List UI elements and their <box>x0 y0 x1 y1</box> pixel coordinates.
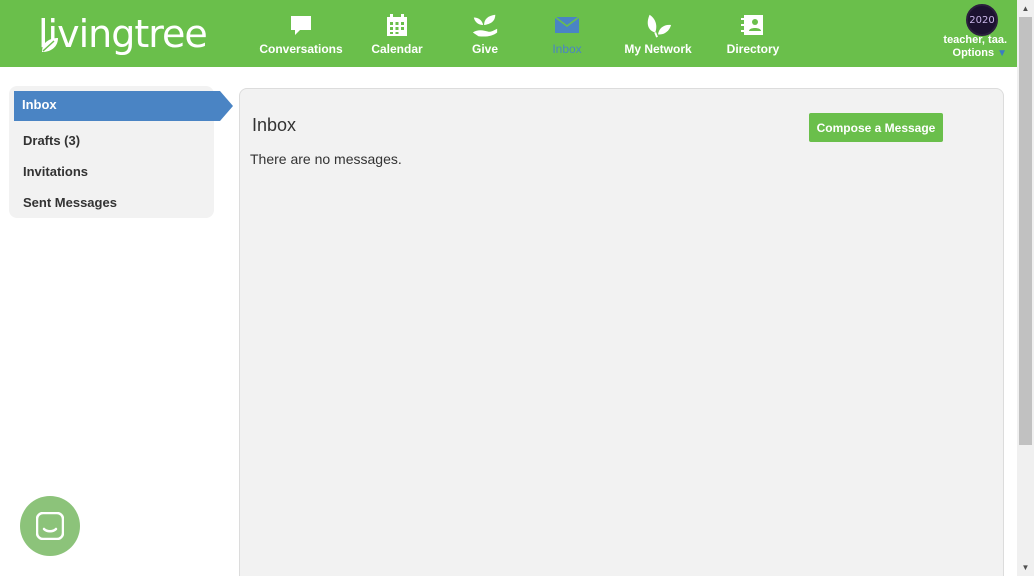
chat-bubble-icon <box>287 11 315 39</box>
chat-launcher-button[interactable] <box>20 496 80 556</box>
chat-smile-icon <box>36 512 64 540</box>
contact-book-icon <box>739 11 767 39</box>
nav-label: Give <box>471 42 498 56</box>
avatar[interactable]: 2020 <box>966 4 998 36</box>
nav-label: Calendar <box>371 42 423 56</box>
leaves-icon <box>644 11 672 39</box>
hand-plant-icon <box>471 11 499 39</box>
nav-inbox[interactable]: Inbox <box>552 0 582 67</box>
inbox-panel: Inbox Compose a Message There are no mes… <box>239 88 1004 576</box>
user-menu[interactable]: 2020 teacher, taa. Options ▼ <box>917 3 1007 65</box>
sidebar-item-label: Inbox <box>22 97 57 112</box>
scroll-down-arrow[interactable]: ▼ <box>1017 559 1034 576</box>
sidebar-item-inbox[interactable]: Inbox <box>14 91 233 121</box>
livingtree-logo[interactable]: livingtree <box>38 10 208 56</box>
page-title: Inbox <box>252 115 297 135</box>
empty-state-text: There are no messages. <box>250 151 402 167</box>
nav-label: Directory <box>726 42 780 56</box>
options-label: Options <box>952 47 995 59</box>
inbox-sidebar: Inbox Drafts (3) Invitations Sent Messag… <box>9 86 233 218</box>
nav-label: My Network <box>624 42 692 56</box>
scroll-up-arrow[interactable]: ▲ <box>1017 0 1034 17</box>
vertical-scrollbar[interactable]: ▲ ▼ <box>1017 0 1034 576</box>
sidebar-item-label: Drafts (3) <box>23 133 81 148</box>
nav-label: Conversations <box>259 42 343 56</box>
options-dropdown[interactable]: Options ▼ <box>953 47 1007 59</box>
caret-down-icon: ▼ <box>997 47 1007 59</box>
logo-leaf-icon <box>42 38 58 52</box>
nav-conversations[interactable]: Conversations <box>259 0 343 67</box>
avatar-text: 2020 <box>969 14 995 26</box>
nav-label: Inbox <box>552 42 582 56</box>
sidebar-item-drafts[interactable]: Drafts (3) <box>9 125 214 155</box>
scroll-thumb[interactable] <box>1019 17 1032 445</box>
user-name: teacher, taa. <box>943 34 1007 46</box>
calendar-icon <box>383 11 411 39</box>
nav-give[interactable]: Give <box>470 0 500 67</box>
sidebar-item-invitations[interactable]: Invitations <box>9 156 214 186</box>
logo-text: livingtree <box>38 12 208 56</box>
sidebar-item-label: Invitations <box>23 164 89 179</box>
nav-my-network[interactable]: My Network <box>624 0 692 67</box>
nav-calendar[interactable]: Calendar <box>371 0 423 67</box>
top-navigation-bar: livingtree Conversations Calendar Give I… <box>0 0 1017 67</box>
sidebar-item-label: Sent Messages <box>23 195 117 210</box>
nav-directory[interactable]: Directory <box>726 0 780 67</box>
sidebar-item-sent-messages[interactable]: Sent Messages <box>9 187 214 217</box>
compose-message-button[interactable]: Compose a Message <box>809 113 943 142</box>
envelope-icon <box>553 11 581 39</box>
